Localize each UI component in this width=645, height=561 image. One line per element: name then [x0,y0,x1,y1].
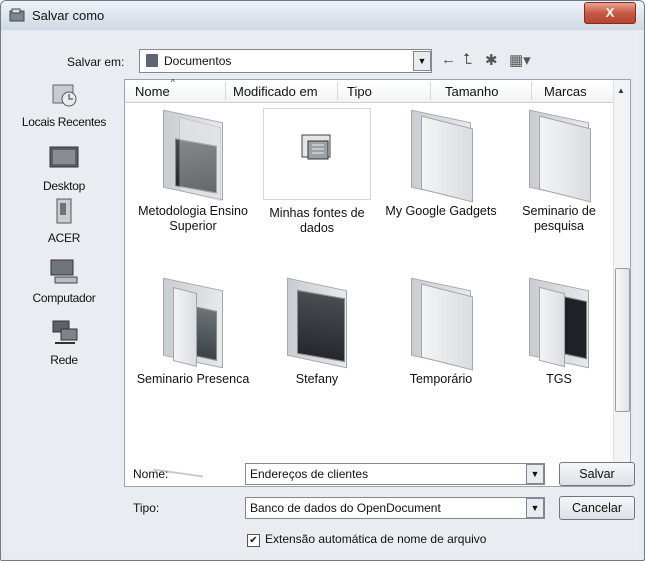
column-tags[interactable]: Marcas [544,84,587,99]
file-type-value: Banco de dados do OpenDocument [250,501,441,515]
save-in-label: Salvar em: [67,55,125,69]
list-item[interactable]: Metodologia Ensino Superior [135,108,251,234]
photo-folder-icon [277,276,357,369]
window-title: Salvar como [32,8,105,23]
folder-icon [519,108,599,203]
save-as-dialog: Salvar como X Salvar em: Documentos ▼ ← … [0,0,645,561]
list-item[interactable]: Stefany [259,276,375,387]
scroll-up-icon[interactable]: ▲ [617,86,625,95]
file-list[interactable]: Nome ^ Modificado em Tipo Tamanho Marcas… [124,78,631,490]
desktop-icon [49,146,79,168]
datasource-icon [263,108,371,200]
list-item[interactable]: Seminario de pesquisa [501,108,617,234]
current-folder: Documentos [164,54,232,68]
title-bar[interactable]: Salvar como X [1,1,644,30]
file-name-input[interactable]: Endereços de clientes ▼ [245,463,545,485]
place-recent[interactable]: Locais Recentes [7,81,121,129]
list-item[interactable]: Temporário [383,276,499,387]
vertical-scrollbar[interactable]: ▲ ▼ [613,80,630,486]
column-type[interactable]: Tipo [347,84,372,99]
folder-icon [146,54,158,67]
save-button[interactable]: Salvar [559,462,635,486]
column-modified[interactable]: Modificado em [233,84,318,99]
chevron-down-icon[interactable]: ▼ [413,51,431,71]
place-label: ACER [47,231,81,245]
chevron-down-icon[interactable]: ▼ [526,498,544,518]
scroll-thumb[interactable] [615,268,630,412]
place-label: Desktop [43,179,85,193]
photo-folder-icon [153,108,233,202]
folder-icon [401,108,481,203]
photo-folder-icon [519,276,599,369]
save-in-combo[interactable]: Documentos ▼ [139,49,432,73]
new-folder-icon[interactable]: ✱ [485,51,498,69]
views-menu-icon[interactable]: ▦▾ [509,51,531,69]
network-icon [52,320,78,344]
back-icon[interactable]: ← [441,51,456,68]
list-item[interactable]: TGS [501,276,617,387]
place-desktop[interactable]: Desktop [7,145,121,193]
list-item[interactable]: Seminario Presenca [135,276,251,387]
close-button[interactable]: X [584,2,636,24]
place-computer[interactable]: Computador [7,257,121,305]
up-folder-icon[interactable]: ⮤ [463,51,472,68]
computer-icon [50,259,78,284]
auto-extension-checkbox[interactable]: ✔ [247,534,260,547]
chevron-down-icon[interactable]: ▼ [526,464,544,484]
sort-arrow-icon: ^ [171,78,175,87]
photo-folder-icon [153,276,233,369]
file-name-value: Endereços de clientes [250,467,369,481]
list-item[interactable]: Minhas fontes de dados [259,108,375,236]
place-label: Locais Recentes [21,115,107,129]
auto-extension-label: Extensão automática de nome de arquivo [265,532,487,546]
place-network[interactable]: Rede [7,319,121,367]
column-header-row: Nome ^ Modificado em Tipo Tamanho Marcas [125,78,613,103]
list-item[interactable]: My Google Gadgets [383,108,499,219]
save-dialog-icon [9,8,25,22]
column-name[interactable]: Nome [135,84,170,99]
name-label: Nome: [133,467,169,481]
recent-places-icon [52,84,77,107]
cancel-button[interactable]: Cancelar [559,496,635,520]
place-user[interactable]: ACER [7,197,121,245]
place-label: Rede [50,353,78,367]
column-size[interactable]: Tamanho [445,84,498,99]
user-folder-icon [56,198,72,224]
type-label: Tipo: [133,501,160,515]
place-label: Computador [32,291,96,305]
folder-icon [401,276,481,371]
file-type-select[interactable]: Banco de dados do OpenDocument ▼ [245,497,545,519]
places-bar: Locais Recentes Desktop ACER Computador … [7,81,121,501]
